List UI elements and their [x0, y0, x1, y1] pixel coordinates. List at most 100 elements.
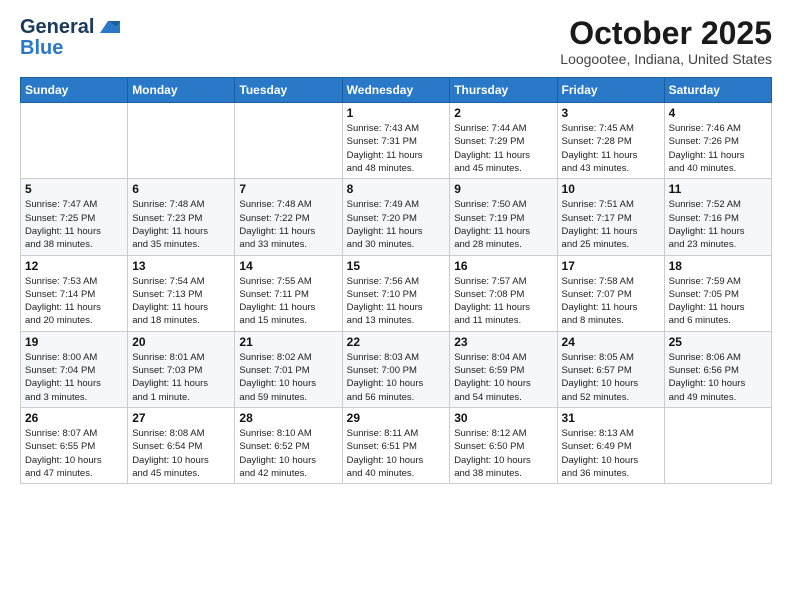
day-info: Sunrise: 7:47 AMSunset: 7:25 PMDaylight:…: [25, 198, 123, 251]
day-info: Sunrise: 8:06 AMSunset: 6:56 PMDaylight:…: [669, 351, 767, 404]
calendar-cell: 24Sunrise: 8:05 AMSunset: 6:57 PMDayligh…: [557, 331, 664, 407]
calendar-cell: 15 Sunrise: 7:56 AMSunset: 7:10 PMDayligh…: [342, 255, 450, 331]
page: General Blue October 2025 Loogootee, Ind…: [0, 0, 792, 612]
day-number: 7: [239, 182, 337, 196]
logo-general: General: [20, 16, 94, 39]
day-number: 16: [454, 259, 552, 273]
calendar-cell: [21, 103, 128, 179]
day-number: 22: [347, 335, 446, 349]
day-info: Sunrise: 7:44 AMSunset: 7:29 PMDaylight:…: [454, 122, 552, 175]
day-info: Sunrise: 7:48 AMSunset: 7:22 PMDaylight:…: [239, 198, 337, 251]
day-number: 19: [25, 335, 123, 349]
title-area: October 2025 Loogootee, Indiana, United …: [560, 16, 772, 67]
month-title: October 2025: [560, 16, 772, 51]
day-info: Sunrise: 7:49 AMSunset: 7:20 PMDaylight:…: [347, 198, 446, 251]
day-info: Sunrise: 7:55 AMSunset: 7:11 PMDaylight:…: [239, 275, 337, 328]
calendar-cell: 3Sunrise: 7:45 AMSunset: 7:28 PMDaylight…: [557, 103, 664, 179]
day-number: 23: [454, 335, 552, 349]
day-info: Sunrise: 8:10 AMSunset: 6:52 PMDaylight:…: [239, 427, 337, 480]
week-row-5: 26Sunrise: 8:07 AMSunset: 6:55 PMDayligh…: [21, 407, 772, 483]
calendar-cell: 16 Sunrise: 7:57 AMSunset: 7:08 PMDayligh…: [450, 255, 557, 331]
header-monday: Monday: [128, 78, 235, 103]
day-info: Sunrise: 8:03 AMSunset: 7:00 PMDaylight:…: [347, 351, 446, 404]
calendar-cell: 22 Sunrise: 8:03 AMSunset: 7:00 PMDayligh…: [342, 331, 450, 407]
day-info: Sunrise: 8:02 AMSunset: 7:01 PMDaylight:…: [239, 351, 337, 404]
day-info: Sunrise: 7:57 AMSunset: 7:08 PMDaylight:…: [454, 275, 552, 328]
calendar-cell: 21 Sunrise: 8:02 AMSunset: 7:01 PMDayligh…: [235, 331, 342, 407]
calendar-cell: 30Sunrise: 8:12 AMSunset: 6:50 PMDayligh…: [450, 407, 557, 483]
calendar-cell: 27 Sunrise: 8:08 AMSunset: 6:54 PMDayligh…: [128, 407, 235, 483]
calendar-cell: 5 Sunrise: 7:47 AMSunset: 7:25 PMDaylight…: [21, 179, 128, 255]
day-info: Sunrise: 8:01 AMSunset: 7:03 PMDaylight:…: [132, 351, 230, 404]
calendar-cell: [235, 103, 342, 179]
day-info: Sunrise: 8:13 AMSunset: 6:49 PMDaylight:…: [562, 427, 660, 480]
logo: General Blue: [20, 16, 120, 60]
day-info: Sunrise: 8:08 AMSunset: 6:54 PMDaylight:…: [132, 427, 230, 480]
calendar-cell: 4 Sunrise: 7:46 AMSunset: 7:26 PMDaylight…: [664, 103, 771, 179]
calendar-cell: 19 Sunrise: 8:00 AMSunset: 7:04 PMDayligh…: [21, 331, 128, 407]
day-number: 24: [562, 335, 660, 349]
calendar-cell: 31Sunrise: 8:13 AMSunset: 6:49 PMDayligh…: [557, 407, 664, 483]
day-number: 21: [239, 335, 337, 349]
day-number: 25: [669, 335, 767, 349]
header-tuesday: Tuesday: [235, 78, 342, 103]
day-info: Sunrise: 8:04 AMSunset: 6:59 PMDaylight:…: [454, 351, 552, 404]
calendar-cell: 6 Sunrise: 7:48 AMSunset: 7:23 PMDaylight…: [128, 179, 235, 255]
day-info: Sunrise: 7:59 AMSunset: 7:05 PMDaylight:…: [669, 275, 767, 328]
calendar-cell: 26Sunrise: 8:07 AMSunset: 6:55 PMDayligh…: [21, 407, 128, 483]
calendar-cell: 8 Sunrise: 7:49 AMSunset: 7:20 PMDaylight…: [342, 179, 450, 255]
week-row-2: 5 Sunrise: 7:47 AMSunset: 7:25 PMDaylight…: [21, 179, 772, 255]
day-info: Sunrise: 7:58 AMSunset: 7:07 PMDaylight:…: [562, 275, 660, 328]
day-info: Sunrise: 7:51 AMSunset: 7:17 PMDaylight:…: [562, 198, 660, 251]
day-info: Sunrise: 7:43 AMSunset: 7:31 PMDaylight:…: [347, 122, 446, 175]
header-saturday: Saturday: [664, 78, 771, 103]
day-number: 10: [562, 182, 660, 196]
calendar-cell: 25 Sunrise: 8:06 AMSunset: 6:56 PMDayligh…: [664, 331, 771, 407]
calendar-cell: 28 Sunrise: 8:10 AMSunset: 6:52 PMDayligh…: [235, 407, 342, 483]
calendar-cell: 17Sunrise: 7:58 AMSunset: 7:07 PMDayligh…: [557, 255, 664, 331]
week-row-1: 1 Sunrise: 7:43 AMSunset: 7:31 PMDaylight…: [21, 103, 772, 179]
day-number: 30: [454, 411, 552, 425]
location: Loogootee, Indiana, United States: [560, 51, 772, 67]
header: General Blue October 2025 Loogootee, Ind…: [20, 16, 772, 67]
day-info: Sunrise: 7:54 AMSunset: 7:13 PMDaylight:…: [132, 275, 230, 328]
calendar-cell: 12Sunrise: 7:53 AMSunset: 7:14 PMDayligh…: [21, 255, 128, 331]
day-number: 6: [132, 182, 230, 196]
calendar-cell: 11Sunrise: 7:52 AMSunset: 7:16 PMDayligh…: [664, 179, 771, 255]
header-sunday: Sunday: [21, 78, 128, 103]
calendar-cell: 20 Sunrise: 8:01 AMSunset: 7:03 PMDayligh…: [128, 331, 235, 407]
calendar-cell: 29Sunrise: 8:11 AMSunset: 6:51 PMDayligh…: [342, 407, 450, 483]
day-number: 9: [454, 182, 552, 196]
day-number: 4: [669, 106, 767, 120]
calendar-cell: 1 Sunrise: 7:43 AMSunset: 7:31 PMDaylight…: [342, 103, 450, 179]
day-number: 20: [132, 335, 230, 349]
day-number: 2: [454, 106, 552, 120]
header-wednesday: Wednesday: [342, 78, 450, 103]
day-number: 13: [132, 259, 230, 273]
calendar-header-row: Sunday Monday Tuesday Wednesday Thursday…: [21, 78, 772, 103]
calendar-cell: 13 Sunrise: 7:54 AMSunset: 7:13 PMDayligh…: [128, 255, 235, 331]
day-info: Sunrise: 8:11 AMSunset: 6:51 PMDaylight:…: [347, 427, 446, 480]
day-number: 28: [239, 411, 337, 425]
day-number: 1: [347, 106, 446, 120]
day-number: 11: [669, 182, 767, 196]
day-number: 27: [132, 411, 230, 425]
day-number: 15: [347, 259, 446, 273]
day-info: Sunrise: 8:07 AMSunset: 6:55 PMDaylight:…: [25, 427, 123, 480]
calendar-cell: 18Sunrise: 7:59 AMSunset: 7:05 PMDayligh…: [664, 255, 771, 331]
day-number: 8: [347, 182, 446, 196]
calendar-cell: [128, 103, 235, 179]
day-info: Sunrise: 8:00 AMSunset: 7:04 PMDaylight:…: [25, 351, 123, 404]
header-friday: Friday: [557, 78, 664, 103]
week-row-4: 19 Sunrise: 8:00 AMSunset: 7:04 PMDayligh…: [21, 331, 772, 407]
day-info: Sunrise: 7:45 AMSunset: 7:28 PMDaylight:…: [562, 122, 660, 175]
day-info: Sunrise: 7:48 AMSunset: 7:23 PMDaylight:…: [132, 198, 230, 251]
week-row-3: 12Sunrise: 7:53 AMSunset: 7:14 PMDayligh…: [21, 255, 772, 331]
day-info: Sunrise: 7:46 AMSunset: 7:26 PMDaylight:…: [669, 122, 767, 175]
calendar-cell: 2 Sunrise: 7:44 AMSunset: 7:29 PMDaylight…: [450, 103, 557, 179]
calendar-cell: 14Sunrise: 7:55 AMSunset: 7:11 PMDayligh…: [235, 255, 342, 331]
day-info: Sunrise: 7:56 AMSunset: 7:10 PMDaylight:…: [347, 275, 446, 328]
day-number: 5: [25, 182, 123, 196]
calendar-cell: 23 Sunrise: 8:04 AMSunset: 6:59 PMDayligh…: [450, 331, 557, 407]
header-thursday: Thursday: [450, 78, 557, 103]
